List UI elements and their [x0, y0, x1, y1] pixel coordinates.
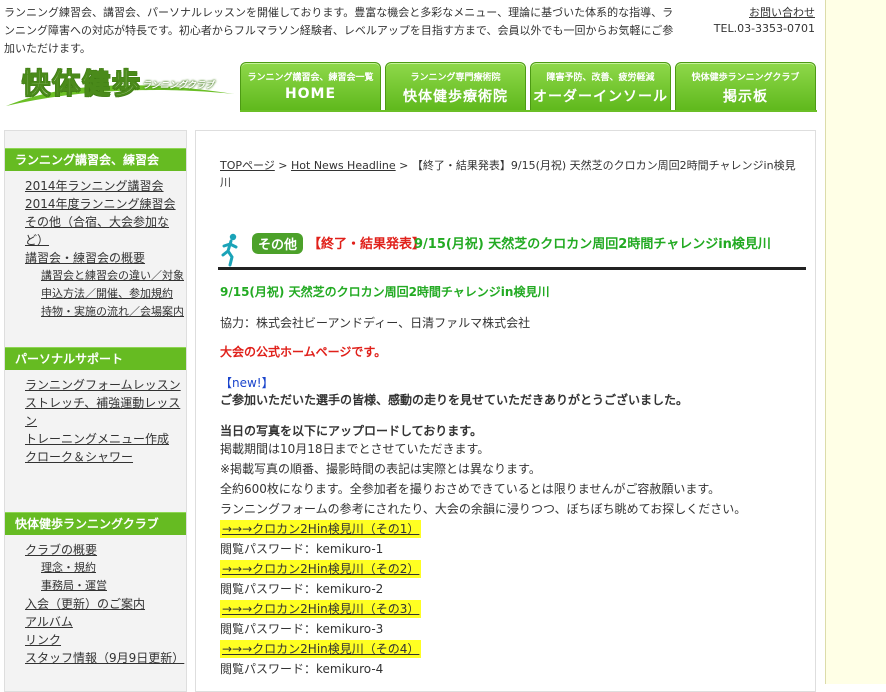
album-password-2: 閲覧パスワード：kemikuro-2 — [220, 582, 384, 596]
phone-number: TEL.03-3353-0701 — [713, 22, 815, 35]
sidebar-item-staff[interactable]: スタッフ情報（9月9日更新） — [25, 649, 186, 667]
sidebar-item-stretch-lesson[interactable]: ストレッチ、補強運動レッスン — [25, 394, 186, 430]
album-link-2[interactable]: →→→クロカン2Hin検見川（その2） — [220, 560, 422, 578]
title-status: 【終了・結果発表】 — [308, 237, 426, 252]
sidebar-section-heading: 快体健歩ランニングクラブ — [5, 512, 186, 535]
nav-board-caption: 快体健歩ランニングクラブ — [691, 73, 800, 83]
album-row: →→→クロカン2Hin検見川（その1） — [220, 519, 800, 539]
nav-clinic-label: 快体健歩療術院 — [403, 89, 508, 105]
official-site-link[interactable]: 大会の公式ホームページです。 — [220, 343, 800, 360]
article-title: その他 【終了・結果発表】 9/15(月祝) 天然芝のクロカン周回2時間チャレン… — [218, 231, 808, 271]
sidebar-item-other[interactable]: その他（合宿、大会参加など） — [25, 213, 186, 249]
sidebar-item-overview[interactable]: 講習会・練習会の概要 — [25, 249, 186, 267]
site-logo[interactable]: 快体健歩 ランニングクラブ — [4, 60, 236, 108]
sidebar-list: クラブの概要 理念・規約 事務局・運営 入会（更新）のご案内 アルバム リンク … — [5, 535, 186, 667]
sidebar-item-2014-lecture[interactable]: 2014年ランニング講習会 — [25, 177, 186, 195]
breadcrumb: TOPページ > Hot News Headline > 【終了・結果発表】9/… — [220, 157, 800, 191]
sidebar-section-heading: パーソナルサポート — [5, 347, 186, 370]
sidebar-item-membership[interactable]: 入会（更新）のご案内 — [25, 595, 186, 613]
album-link-4[interactable]: →→→クロカン2Hin検見川（その4） — [220, 640, 422, 658]
sidebar-subitem-apply[interactable]: 申込方法／開催、参加規約 — [41, 285, 186, 303]
breadcrumb-top-link[interactable]: TOPページ — [220, 159, 275, 172]
title-underline — [218, 267, 806, 270]
nav-board-button[interactable]: 快体健歩ランニングクラブ 掲示板 — [675, 62, 816, 112]
sidebar-section-club: 快体健歩ランニングクラブ クラブの概要 理念・規約 事務局・運営 入会（更新）の… — [5, 512, 186, 667]
site-intro-text: ランニング練習会、講習会、パーソナルレッスンを開催しております。豊富な機会と多彩… — [4, 6, 674, 55]
sidebar-list: ランニングフォームレッスン ストレッチ、補強運動レッスン トレーニングメニュー作… — [5, 370, 186, 466]
info-line: ランニングフォームの参考にされたり、大会の余韻に浸りつつ、ぼちぼち眺めてお探しく… — [220, 502, 747, 516]
title-text: 9/15(月祝) 天然芝のクロカン周回2時間チャレンジin検見川 — [414, 237, 771, 252]
info-line: ※掲載写真の順番、撮影時間の表記は実際とは異なります。 — [220, 462, 541, 476]
album-link-1[interactable]: →→→クロカン2Hin検見川（その1） — [220, 520, 422, 538]
nav-clinic-caption: ランニング専門療術院 — [410, 73, 501, 83]
sidebar: ランニング講習会、練習会 2014年ランニング講習会 2014年度ランニング練習… — [4, 130, 187, 692]
nav-clinic-button[interactable]: ランニング専門療術院 快体健歩療術院 — [385, 62, 526, 112]
album-password-4: 閲覧パスワード：kemikuro-4 — [220, 662, 384, 676]
album-row: →→→クロカン2Hin検見川（その4） — [220, 639, 800, 659]
album-password-1: 閲覧パスワード：kemikuro-1 — [220, 542, 384, 556]
sidebar-subitem-office[interactable]: 事務局・運営 — [41, 577, 186, 595]
cooperation-text: 協力：株式会社ビーアンドディー、日清ファルマ株式会社 — [220, 316, 531, 330]
album-row: →→→クロカン2Hin検見川（その2） — [220, 559, 800, 579]
sidebar-subitem-items[interactable]: 持物・実施の流れ／会場案内 — [41, 303, 186, 321]
nav-underline — [240, 110, 817, 112]
album-link-3[interactable]: →→→クロカン2Hin検見川（その3） — [220, 600, 422, 618]
sidebar-section-lessons: ランニング講習会、練習会 2014年ランニング講習会 2014年度ランニング練習… — [5, 148, 186, 321]
logo-title: 快体健歩 — [21, 67, 143, 101]
sidebar-section-personal: パーソナルサポート ランニングフォームレッスン ストレッチ、補強運動レッスン ト… — [5, 347, 186, 466]
nav-home-caption: ランニング講習会、練習会一覧 — [247, 73, 374, 83]
sidebar-subitem-philosophy[interactable]: 理念・規約 — [41, 559, 186, 577]
breadcrumb-separator: > — [395, 159, 412, 172]
sidebar-item-cloak-shower[interactable]: クローク＆シャワー — [25, 448, 186, 466]
article-body: 9/15(月祝) 天然芝のクロカン周回2時間チャレンジin検見川 協力：株式会社… — [220, 283, 800, 679]
sidebar-item-album[interactable]: アルバム — [25, 613, 186, 631]
sidebar-list: 2014年ランニング講習会 2014年度ランニング練習会 その他（合宿、大会参加… — [5, 171, 186, 321]
photos-heading: 当日の写真を以下にアップロードしております。 — [220, 424, 483, 438]
sidebar-item-form-lesson[interactable]: ランニングフォームレッスン — [25, 376, 186, 394]
nav-insole-label: オーダーインソール — [533, 89, 668, 105]
right-background-strip — [825, 0, 886, 684]
nav-insole-caption: 障害予防、改善、疲労軽減 — [546, 73, 655, 83]
nav-home-button[interactable]: ランニング講習会、練習会一覧 HOME — [240, 62, 381, 112]
main-content: TOPページ > Hot News Headline > 【終了・結果発表】9/… — [195, 130, 816, 692]
info-line: 掲載期間は10月18日までとさせていただきます。 — [220, 442, 490, 456]
article-subtitle: 9/15(月祝) 天然芝のクロカン周回2時間チャレンジin検見川 — [220, 285, 550, 299]
nav-home-label: HOME — [284, 86, 337, 102]
nav-board-label: 掲示板 — [723, 89, 768, 105]
sidebar-subitem-difference[interactable]: 講習会と練習会の違い／対象 — [41, 267, 186, 285]
category-badge: その他 — [252, 233, 304, 254]
site-header: ランニング練習会、講習会、パーソナルレッスンを開催しております。豊富な機会と多彩… — [0, 0, 825, 120]
new-tag: 【new!】 — [220, 376, 274, 390]
breadcrumb-separator: > — [274, 159, 292, 172]
nav-insole-button[interactable]: 障害予防、改善、疲労軽減 オーダーインソール — [530, 62, 671, 112]
album-row: →→→クロカン2Hin検見川（その3） — [220, 599, 800, 619]
breadcrumb-news-link[interactable]: Hot News Headline — [291, 159, 396, 172]
sidebar-item-2014-practice[interactable]: 2014年度ランニング練習会 — [25, 195, 186, 213]
sidebar-item-links[interactable]: リンク — [25, 631, 186, 649]
sidebar-section-heading: ランニング講習会、練習会 — [5, 148, 186, 171]
sidebar-item-club-overview[interactable]: クラブの概要 — [25, 541, 186, 559]
sidebar-item-training-menu[interactable]: トレーニングメニュー作成 — [25, 430, 186, 448]
runner-icon — [221, 233, 238, 267]
thanks-text: ご参加いただいた選手の皆様、感動の走りを見せていただきありがとうございました。 — [220, 393, 689, 407]
contact-link[interactable]: お問い合わせ — [749, 4, 815, 20]
info-line: 全約600枚になります。全参加者を撮りおさめできているとは限りませんがご容赦願い… — [220, 482, 721, 496]
logo-subtitle: ランニングクラブ — [142, 81, 214, 91]
album-password-3: 閲覧パスワード：kemikuro-3 — [220, 622, 384, 636]
